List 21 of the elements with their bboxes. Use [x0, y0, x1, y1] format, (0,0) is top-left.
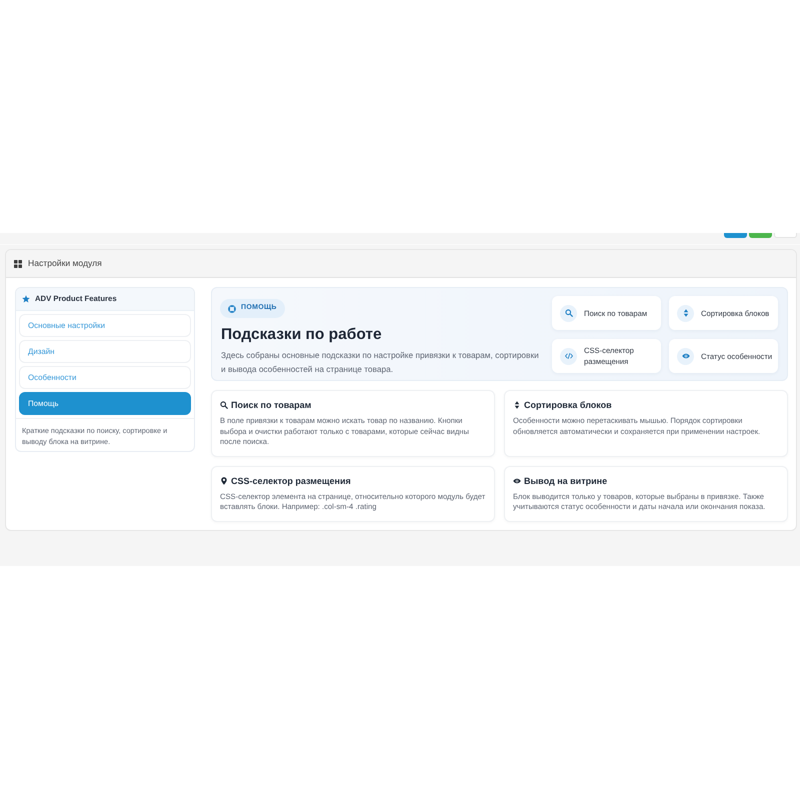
sort-icon	[677, 304, 694, 322]
card-title: Поиск по товарам	[231, 399, 312, 411]
card-title: Сортировка блоков	[524, 399, 612, 411]
toolbar-button[interactable]	[724, 233, 747, 238]
hero-description: Здесь собраны основные подсказки по настройке привязки к товарам, сортировки и вывода особенностей на странице товара.	[221, 349, 540, 376]
toolbar-button[interactable]	[774, 233, 797, 238]
sort-icon	[513, 401, 521, 409]
grid-icon	[14, 260, 22, 268]
search-icon	[220, 401, 228, 409]
star-icon	[22, 295, 30, 303]
card-title: CSS-селектор размещения	[231, 474, 351, 487]
lifebuoy-icon	[228, 304, 236, 312]
eye-icon	[677, 348, 694, 364]
card-title: Вывод на витрине	[524, 474, 608, 487]
hero-title: Подсказки по работе	[221, 325, 383, 345]
pin-icon	[220, 476, 228, 485]
search-icon	[560, 304, 577, 322]
code-icon	[560, 348, 577, 364]
eye-icon	[513, 476, 521, 485]
panel-title: Настройки модуля	[28, 257, 102, 270]
toolbar-button[interactable]	[749, 233, 772, 238]
